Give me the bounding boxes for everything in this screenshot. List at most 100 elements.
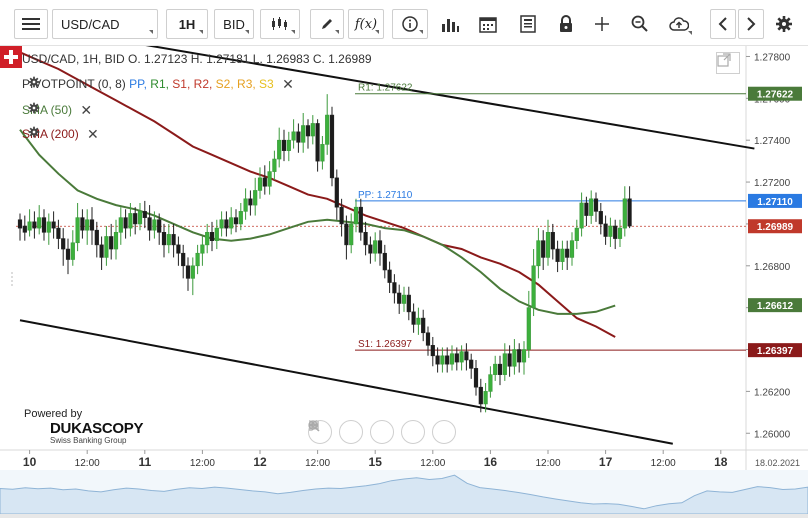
candle-body <box>277 139 282 160</box>
candle-body <box>584 202 589 216</box>
candle-body <box>80 217 85 231</box>
navigator[interactable] <box>0 470 808 518</box>
badge-last-price: 1.26989 <box>757 222 794 233</box>
scroll-left-button[interactable] <box>710 9 736 39</box>
lock-button[interactable] <box>552 9 580 39</box>
candle-body <box>310 123 315 137</box>
zoom-in-button[interactable] <box>308 420 425 444</box>
y-tick-label: 1.27400 <box>754 136 791 147</box>
candle-body <box>272 158 277 172</box>
x-tick-label: 10 <box>23 455 37 469</box>
candle-body <box>545 232 551 258</box>
candle-body <box>262 177 267 187</box>
volume-button[interactable] <box>434 9 466 39</box>
triangle-right-icon <box>309 420 318 430</box>
crosshair-icon <box>595 17 609 31</box>
candle-body <box>142 211 147 218</box>
candle-body <box>320 144 325 162</box>
y-tick-label: 1.26800 <box>754 262 791 273</box>
candle-body <box>411 311 416 325</box>
candle-body <box>622 198 627 229</box>
candle-body <box>339 206 344 225</box>
gear-icon[interactable] <box>28 76 40 88</box>
candle-body <box>358 206 363 233</box>
scroll-forward-button[interactable] <box>309 420 456 444</box>
pivot-item: R3, <box>233 77 256 91</box>
candle-body <box>464 351 469 361</box>
pencil-icon <box>322 19 332 29</box>
x-tick-label: 16 <box>484 455 498 469</box>
gear-icon[interactable] <box>28 126 40 138</box>
candle-body <box>89 219 95 231</box>
candle-body <box>329 114 335 179</box>
candle-body <box>185 265 191 279</box>
candle-body <box>478 386 483 405</box>
candle-body <box>574 227 579 241</box>
candle-body <box>421 317 426 334</box>
candle-body <box>85 219 90 231</box>
candle-body <box>507 353 512 367</box>
candle-body <box>128 213 133 229</box>
x-tick-label: 12:00 <box>651 458 676 469</box>
chart-type-button[interactable] <box>260 9 300 39</box>
candle-body <box>445 355 450 365</box>
candle-body <box>617 227 623 239</box>
candle-body <box>593 198 599 212</box>
calendar-button[interactable] <box>472 9 504 39</box>
settings-button[interactable] <box>770 9 798 39</box>
candle-body <box>248 198 253 206</box>
candle-body <box>589 198 594 216</box>
candle-body <box>397 292 402 304</box>
x-tick-label: 12:00 <box>305 458 330 469</box>
candle-body <box>425 332 431 346</box>
candle-body <box>94 229 99 246</box>
cloud-upload-icon <box>669 17 689 31</box>
upload-button[interactable] <box>662 9 696 39</box>
draw-tool-button[interactable] <box>310 9 344 39</box>
candle-body <box>373 240 378 254</box>
candle-body <box>104 236 109 258</box>
candle-body <box>440 355 445 365</box>
pivot-item: S3 <box>255 77 274 91</box>
symbol-select[interactable]: USD/CAD <box>52 9 158 39</box>
badge-sma50: 1.26612 <box>757 301 794 312</box>
pivot-legend: PIVOTPOINT (0, 8) PP, R1, S1, R2, S2, R3… <box>22 76 294 93</box>
x-tick-label: 18 <box>714 455 728 469</box>
powered-by-text: Powered by <box>24 408 83 420</box>
candle-body <box>334 177 339 208</box>
zoom-out-button[interactable] <box>308 420 363 444</box>
candles <box>17 94 632 413</box>
crosshair-button[interactable] <box>588 9 616 39</box>
zoom-button[interactable] <box>626 9 654 39</box>
timeframe-select[interactable]: 1H <box>166 9 208 39</box>
candle-body <box>219 219 224 229</box>
y-tick-label: 1.27200 <box>754 178 791 189</box>
y-tick-label: 1.27800 <box>754 52 791 63</box>
badge-s1: 1.26397 <box>757 346 794 357</box>
pivot-item: S2, <box>212 77 234 91</box>
expand-button[interactable] <box>716 52 740 74</box>
price-side-select[interactable]: BID <box>214 9 254 39</box>
pivot-item: PP, <box>129 77 147 91</box>
candle-body <box>521 349 527 363</box>
reset-button[interactable] <box>309 420 394 444</box>
candle-body <box>315 123 320 162</box>
candle-body <box>305 125 311 137</box>
close-icon[interactable]: ✕ <box>87 126 99 143</box>
close-icon[interactable]: ✕ <box>282 76 294 93</box>
close-icon[interactable]: ✕ <box>80 102 92 119</box>
news-button[interactable] <box>512 9 544 39</box>
gear-icon[interactable] <box>28 102 40 114</box>
info-icon <box>402 16 418 32</box>
price-chart[interactable]: 1.278001.276001.274001.272001.270001.268… <box>0 46 808 518</box>
scroll-right-button[interactable] <box>738 9 764 39</box>
menu-button[interactable] <box>14 9 48 39</box>
indicators-button[interactable]: f(x) <box>348 9 384 39</box>
candle-body <box>353 206 359 225</box>
y-tick-label: 1.26200 <box>754 387 791 398</box>
chevron-right-icon <box>747 17 756 31</box>
chart-area[interactable]: 1.278001.276001.274001.272001.270001.268… <box>0 46 808 518</box>
info-button[interactable] <box>392 9 428 39</box>
candle-body <box>133 213 138 225</box>
candle-body <box>550 232 555 250</box>
